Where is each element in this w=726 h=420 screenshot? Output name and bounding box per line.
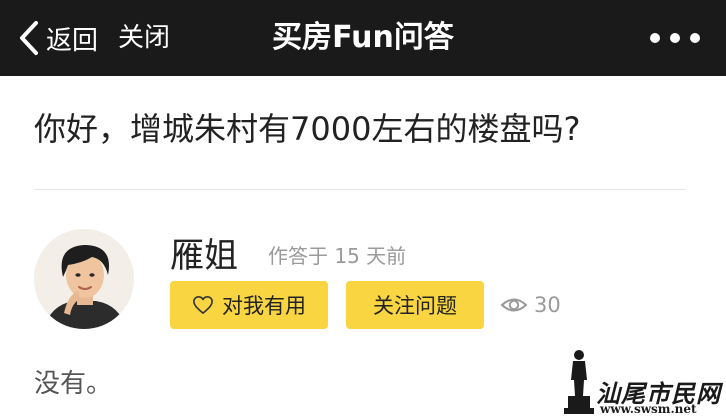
avatar-portrait-image xyxy=(34,229,134,329)
more-dot-icon xyxy=(690,33,700,43)
author-name[interactable]: 雁姐 xyxy=(170,232,238,280)
watermark-logo: 汕尾市民网 www.swsm.net xyxy=(556,346,724,418)
statue-silhouette-icon xyxy=(564,350,594,414)
view-count-value: 30 xyxy=(534,293,561,317)
divider xyxy=(34,189,686,190)
back-button[interactable]: 返回 xyxy=(18,18,98,58)
eye-icon xyxy=(500,298,528,312)
heart-outline-icon xyxy=(193,296,213,314)
chevron-left-icon xyxy=(20,21,38,55)
more-button[interactable] xyxy=(650,26,700,50)
back-label: 返回 xyxy=(46,25,99,56)
view-count: 30 xyxy=(500,288,561,322)
page-title: 买房Fun问答 xyxy=(272,20,454,55)
author-avatar[interactable] xyxy=(34,229,134,329)
more-dot-icon xyxy=(650,33,660,43)
useful-label: 对我有用 xyxy=(222,294,306,318)
useful-button[interactable]: 对我有用 xyxy=(170,281,328,329)
close-button[interactable]: 关闭 xyxy=(118,18,170,58)
follow-question-button[interactable]: 关注问题 xyxy=(346,281,484,329)
watermark-url: www.swsm.net xyxy=(600,402,697,416)
answer-content: 没有。 xyxy=(34,369,113,399)
more-dot-icon xyxy=(670,33,680,43)
top-nav-bar: 返回 关闭 买房Fun问答 xyxy=(0,0,726,76)
answer-timestamp: 作答于 15 天前 xyxy=(268,244,407,268)
follow-label: 关注问题 xyxy=(373,294,457,318)
question-title: 你好，增城朱村有7000左右的楼盘吗? xyxy=(34,110,581,148)
